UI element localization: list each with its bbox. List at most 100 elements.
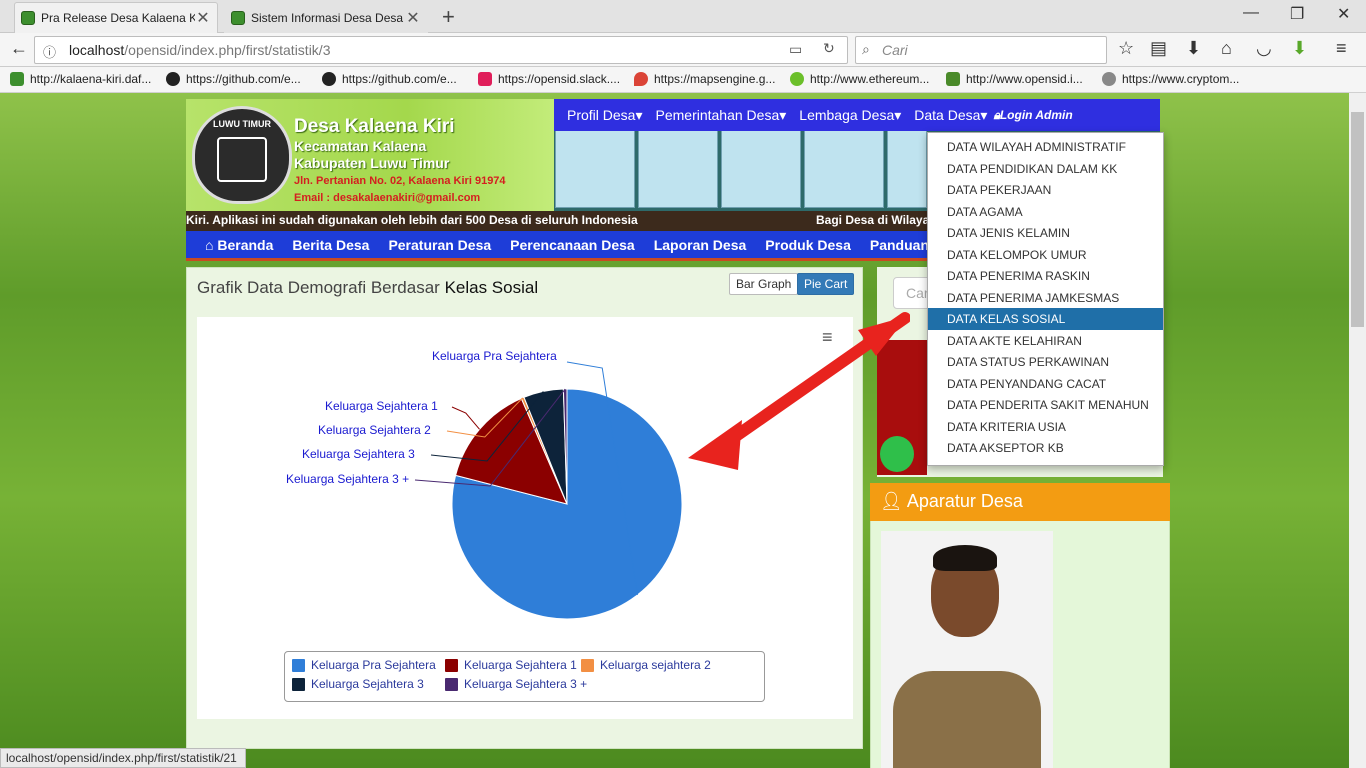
bookmark-item[interactable]: https://github.com/e... bbox=[166, 72, 301, 86]
nav-pemerintahan-desa[interactable]: Pemerintahan Desa▾ bbox=[656, 107, 787, 124]
new-tab-icon[interactable]: + bbox=[442, 4, 455, 30]
globe-icon bbox=[1102, 72, 1116, 86]
bookmark-item[interactable]: http://www.opensid.i... bbox=[946, 72, 1083, 86]
nav-label: Profil Desa bbox=[567, 106, 636, 123]
tab-title: Sistem Informasi Desa Desa Le bbox=[251, 11, 405, 25]
dropdown-item[interactable]: DATA KELOMPOK UMUR bbox=[928, 244, 1163, 266]
nav-profil-desa[interactable]: Profil Desa▾ bbox=[567, 107, 643, 124]
caret-down-icon: ▾ bbox=[894, 106, 902, 123]
extension-download-icon[interactable]: ⬇ bbox=[1292, 38, 1307, 59]
bookmark-label: https://opensid.slack.... bbox=[498, 72, 621, 86]
bookmark-label: https://github.com/e... bbox=[186, 72, 301, 86]
bookmark-item[interactable]: https://mapsengine.g... bbox=[634, 72, 775, 86]
heading-subject: Kelas Sosial bbox=[444, 278, 539, 297]
dropdown-item[interactable]: DATA WILAYAH ADMINISTRATIF bbox=[928, 136, 1163, 158]
kecamatan: Kecamatan Kalaena bbox=[294, 138, 427, 154]
bookmark-item[interactable]: https://www.cryptom... bbox=[1102, 72, 1239, 86]
dropdown-item[interactable]: DATA PENERIMA JAMKESMAS bbox=[928, 287, 1163, 309]
close-tab-icon[interactable]: ✕ bbox=[195, 8, 211, 28]
dropdown-item[interactable]: DATA AKTE KELAHIRAN bbox=[928, 330, 1163, 352]
bookmark-label: http://kalaena-kiri.daf... bbox=[30, 72, 152, 86]
nav-peraturan-desa[interactable]: Peraturan Desa bbox=[388, 237, 491, 253]
search-placeholder: Cari bbox=[882, 42, 908, 58]
close-tab-icon[interactable]: ✕ bbox=[405, 8, 421, 28]
reader-view-icon[interactable]: ▭ bbox=[789, 41, 802, 58]
pie-label-sejahtera-1: Keluarga Sejahtera 1 bbox=[325, 399, 438, 413]
dropdown-item[interactable]: DATA STATUS PERKAWINAN bbox=[928, 351, 1163, 373]
pie-chart-button[interactable]: Pie Cart bbox=[797, 273, 855, 295]
download-icon[interactable]: ⬇ bbox=[1186, 38, 1201, 59]
dropdown-item[interactable]: DATA KELAS SOSIAL bbox=[928, 308, 1163, 330]
url-bar[interactable]: ⓘ localhost/opensid/index.php/first/stat… bbox=[34, 36, 848, 64]
nav-data-desa[interactable]: Data Desa▾ bbox=[914, 107, 987, 124]
nav-perencanaan-desa[interactable]: Perencanaan Desa bbox=[510, 237, 635, 253]
library-icon[interactable]: ▤ bbox=[1150, 38, 1167, 59]
nav-berita-desa[interactable]: Berita Desa bbox=[292, 237, 369, 253]
pie-label-pra-sejahtera: Keluarga Pra Sejahtera bbox=[432, 349, 557, 363]
luwu-timur-logo: LUWU TIMUR bbox=[192, 106, 292, 204]
hair-shape bbox=[933, 545, 997, 571]
marquee-text-right: Bagi Desa di Wilayah bbox=[816, 213, 937, 227]
email: Email : desakalaenakiri@gmail.com bbox=[294, 192, 481, 204]
nav-label: Data Desa bbox=[914, 106, 981, 123]
dropdown-item[interactable]: DATA PENERIMA RASKIN bbox=[928, 265, 1163, 287]
logo-text: LUWU TIMUR bbox=[213, 119, 271, 129]
nav-label: Beranda bbox=[217, 236, 274, 253]
reload-icon[interactable]: ↻ bbox=[823, 40, 835, 57]
scrollbar-thumb[interactable] bbox=[1351, 112, 1364, 327]
legend-item[interactable]: Keluarga Sejahtera 3 + bbox=[445, 677, 587, 691]
legend-item[interactable]: Keluarga sejahtera 2 bbox=[581, 658, 711, 672]
dropdown-item[interactable]: DATA AKSEPTOR KB bbox=[928, 437, 1163, 459]
bookmark-item[interactable]: http://kalaena-kiri.daf... bbox=[10, 72, 151, 86]
dropdown-item[interactable]: DATA PEKERJAAN bbox=[928, 179, 1163, 201]
marquee-text: Kiri. Aplikasi ini sudah digunakan oleh … bbox=[186, 213, 638, 227]
nav-beranda[interactable]: ⌂ Beranda bbox=[205, 237, 273, 253]
site-name: Desa Kalaena Kiri bbox=[294, 116, 455, 137]
dropdown-item[interactable]: DATA JENIS KELAMIN bbox=[928, 222, 1163, 244]
dropdown-item[interactable]: DATA KRITERIA USIA bbox=[928, 416, 1163, 438]
bookmark-item[interactable]: http://www.ethereum... bbox=[790, 72, 929, 86]
menu-icon[interactable]: ≡ bbox=[1336, 38, 1347, 59]
aparatur-title: Aparatur Desa bbox=[906, 491, 1023, 511]
heading-prefix: Grafik Data Demografi Berdasar bbox=[197, 278, 440, 297]
dropdown-item[interactable]: DATA AGAMA bbox=[928, 201, 1163, 223]
browser-tab-bar: Pra Release Desa Kalaena Kiri ✕ Sistem I… bbox=[0, 0, 1366, 33]
dropdown-item[interactable]: DATA PENDIDIKAN DALAM KK bbox=[928, 158, 1163, 180]
nav-produk-desa[interactable]: Produk Desa bbox=[765, 237, 851, 253]
uniform-shape bbox=[893, 671, 1041, 768]
close-window-icon[interactable]: ✕ bbox=[1337, 4, 1350, 24]
chart-legend: Keluarga Pra Sejahtera Keluarga Sejahter… bbox=[284, 651, 765, 702]
info-icon[interactable]: ⓘ bbox=[43, 42, 56, 61]
home-icon[interactable]: ⌂ bbox=[1221, 38, 1232, 59]
home-icon: ⌂ bbox=[205, 236, 218, 253]
bookmark-label: http://www.ethereum... bbox=[810, 72, 930, 86]
login-admin-link[interactable]: 🔒︎Login Admin bbox=[993, 108, 1072, 123]
pocket-icon[interactable]: ◡ bbox=[1256, 38, 1272, 59]
nav-laporan-desa[interactable]: Laporan Desa bbox=[654, 237, 747, 253]
browser-search-input[interactable]: ⌕ Cari bbox=[855, 36, 1107, 64]
kabupaten: Kabupaten Luwu Timur bbox=[294, 155, 450, 171]
village-icon bbox=[10, 72, 24, 86]
bookmark-label: https://github.com/e... bbox=[342, 72, 457, 86]
github-icon bbox=[166, 72, 180, 86]
chart-heading: Grafik Data Demografi Berdasar Kelas Sos… bbox=[197, 278, 538, 298]
dropdown-item[interactable]: DATA PENDERITA SAKIT MENAHUN bbox=[928, 394, 1163, 416]
legend-item[interactable]: Keluarga Sejahtera 3 bbox=[292, 677, 424, 691]
minimize-icon[interactable]: — bbox=[1243, 4, 1259, 22]
bar-graph-button[interactable]: Bar Graph bbox=[729, 273, 799, 295]
bookmark-item[interactable]: https://opensid.slack.... bbox=[478, 72, 620, 86]
bookmark-star-icon[interactable]: ☆ bbox=[1118, 38, 1134, 59]
login-label: Login Admin bbox=[999, 107, 1073, 122]
url-path: /opensid/index.php/first/statistik/3 bbox=[124, 42, 331, 58]
user-icon: 👤︎ bbox=[880, 491, 907, 511]
legend-item[interactable]: Keluarga Sejahtera 1 bbox=[445, 658, 577, 672]
nav-lembaga-desa[interactable]: Lembaga Desa▾ bbox=[799, 107, 901, 124]
tab-inactive[interactable]: Sistem Informasi Desa Desa Le ✕ bbox=[224, 2, 428, 33]
pie-label-sejahtera-3: Keluarga Sejahtera 3 bbox=[302, 447, 415, 461]
maximize-icon[interactable]: ❐ bbox=[1290, 4, 1304, 24]
back-icon[interactable]: ← bbox=[10, 38, 28, 59]
legend-item[interactable]: Keluarga Pra Sejahtera bbox=[292, 658, 436, 672]
bookmark-item[interactable]: https://github.com/e... bbox=[322, 72, 457, 86]
dropdown-item[interactable]: DATA PENYANDANG CACAT bbox=[928, 373, 1163, 395]
tab-active[interactable]: Pra Release Desa Kalaena Kiri ✕ bbox=[14, 2, 218, 33]
